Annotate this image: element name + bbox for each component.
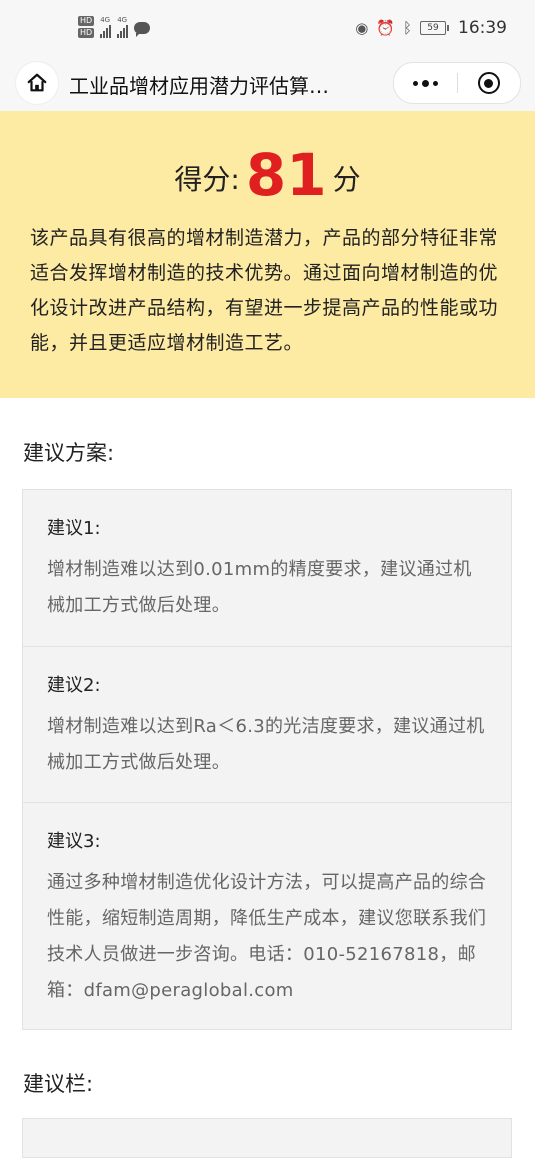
status-bar: HD HD 4G 4G ◉ ⏰ ᛒ 59 16:39 bbox=[0, 0, 535, 56]
suggestion-body: 增材制造难以达到Ra＜6.3的光洁度要求，建议通过机械加工方式做后处理。 bbox=[47, 716, 485, 773]
message-icon bbox=[134, 22, 151, 37]
signal-2: 4G bbox=[117, 15, 129, 38]
nav-bar: 工业品增材应用潜力评估算… bbox=[0, 56, 535, 111]
home-icon bbox=[27, 73, 47, 92]
suggestions-heading: 建议方案: bbox=[23, 441, 115, 465]
suggestion-body: 增材制造难以达到0.01mm的精度要求，建议通过机械加工方式做后处理。 bbox=[47, 559, 472, 616]
suggestion-title: 建议1: bbox=[47, 518, 101, 539]
home-button[interactable] bbox=[16, 62, 58, 104]
signal-bars-icon bbox=[117, 24, 129, 38]
score-value: 81 bbox=[245, 141, 327, 209]
advice-input-box[interactable] bbox=[22, 1118, 512, 1158]
hd-badge-bottom: HD bbox=[78, 28, 95, 38]
suggestion-item: 建议3: 通过多种增材制造优化设计方法，可以提高产品的综合性能，缩短制造周期，降… bbox=[23, 802, 511, 1029]
bluetooth-icon: ᛒ bbox=[402, 19, 412, 37]
hd-badge-top: HD bbox=[78, 16, 95, 26]
suggestion-item: 建议1: 增材制造难以达到0.01mm的精度要求，建议通过机械加工方式做后处理。 bbox=[23, 490, 511, 646]
score-description: 该产品具有很高的增材制造潜力，产品的部分特征非常适合发挥增材制造的技术优势。通过… bbox=[30, 227, 499, 354]
score-line: 得分: 81 分 bbox=[0, 141, 535, 209]
status-right: ◉ ⏰ ᛒ 59 16:39 bbox=[355, 18, 507, 38]
miniprogram-capsule bbox=[393, 62, 521, 104]
status-left: HD HD 4G 4G bbox=[78, 15, 151, 38]
target-icon bbox=[477, 72, 500, 94]
signal-1: 4G bbox=[100, 15, 112, 38]
close-miniprogram-button[interactable] bbox=[458, 63, 521, 103]
eye-icon: ◉ bbox=[355, 19, 369, 37]
page-title: 工业品增材应用潜力评估算… bbox=[69, 74, 329, 98]
hd-indicators: HD HD bbox=[78, 16, 95, 38]
score-suffix: 分 bbox=[332, 163, 361, 196]
signal-1-label: 4G bbox=[100, 15, 111, 24]
suggestion-title: 建议3: bbox=[47, 831, 101, 852]
suggestion-item: 建议2: 增材制造难以达到Ra＜6.3的光洁度要求，建议通过机械加工方式做后处理… bbox=[23, 646, 511, 802]
alarm-icon: ⏰ bbox=[376, 19, 395, 37]
advice-bar-heading: 建议栏: bbox=[23, 1072, 94, 1096]
clock-time: 16:39 bbox=[458, 18, 507, 38]
suggestions-box: 建议1: 增材制造难以达到0.01mm的精度要求，建议通过机械加工方式做后处理。… bbox=[22, 489, 512, 1030]
more-button[interactable] bbox=[394, 63, 457, 103]
signal-2-label: 4G bbox=[117, 15, 128, 24]
suggestion-body: 通过多种增材制造优化设计方法，可以提高产品的综合性能，缩短制造周期，降低生产成本… bbox=[47, 872, 487, 1001]
score-prefix: 得分: bbox=[174, 163, 240, 196]
battery-icon: 59 bbox=[420, 21, 449, 35]
more-icon bbox=[412, 79, 438, 87]
score-panel: 得分: 81 分 该产品具有很高的增材制造潜力，产品的部分特征非常适合发挥增材制造的… bbox=[0, 111, 535, 398]
suggestion-title: 建议2: bbox=[47, 675, 101, 696]
signal-bars-icon bbox=[100, 24, 112, 38]
